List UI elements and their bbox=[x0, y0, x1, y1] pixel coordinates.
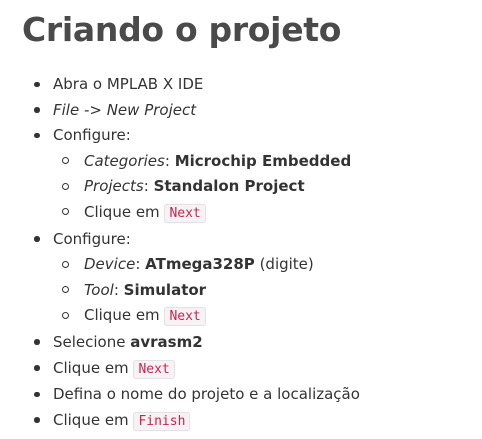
list-item: Abra o MPLAB X IDE bbox=[22, 72, 478, 98]
list-item: File -> New Project bbox=[22, 98, 478, 124]
sub-list-item: Device: ATmega328P (digite) bbox=[53, 252, 478, 278]
bold-term: avrasm2 bbox=[130, 332, 203, 351]
list-item: Selecione avrasm2 bbox=[53, 332, 203, 351]
step-text: Configure: bbox=[53, 126, 131, 145]
field-note: (digite) bbox=[254, 255, 314, 274]
page-title: Criando o projeto bbox=[22, 10, 342, 49]
sub-list-item: Clique em Next bbox=[53, 200, 478, 227]
field-value: ATmega328P bbox=[145, 255, 255, 274]
sub-list-item: Tool: Simulator bbox=[53, 278, 478, 304]
inline-code: Finish bbox=[133, 411, 191, 431]
step-text: Abra o MPLAB X IDE bbox=[53, 75, 204, 93]
field-label: Tool bbox=[84, 280, 114, 299]
sub-list: Categories: Microchip Embedded Projects:… bbox=[53, 149, 478, 227]
list-item: Clique em Next bbox=[22, 356, 478, 383]
field-value: Simulator bbox=[123, 280, 207, 299]
list-item: Configure: Device: ATmega328P (digite) T… bbox=[22, 227, 478, 330]
field-label: Categories bbox=[84, 151, 165, 170]
inline-code: Next bbox=[133, 359, 175, 379]
field-value: Microchip Embedded bbox=[174, 151, 352, 170]
list-item: Clique em Finish bbox=[22, 408, 478, 435]
list-item: Configure: Categories: Microchip Embedde… bbox=[22, 123, 478, 226]
inline-code: Next bbox=[164, 307, 206, 327]
step-text: Configure: bbox=[53, 229, 131, 248]
field-value: Standalon Project bbox=[153, 177, 305, 196]
sub-list-item: Projects: Standalon Project bbox=[53, 174, 478, 200]
field-label: Device bbox=[84, 255, 136, 274]
step-text: File -> New Project bbox=[53, 100, 197, 119]
sub-list-item: Categories: Microchip Embedded bbox=[53, 149, 478, 175]
sub-list-item: Clique em Next bbox=[53, 303, 478, 330]
list-item: Defina o nome do projeto e a localização bbox=[22, 382, 478, 408]
field-label: Projects bbox=[84, 177, 144, 196]
sub-list: Device: ATmega328P (digite) Tool: Simula… bbox=[53, 252, 478, 330]
steps-list: Abra o MPLAB X IDE File -> New Project C… bbox=[22, 72, 478, 434]
step-text: Defina o nome do projeto e a localização bbox=[53, 385, 360, 404]
document: Criando o projeto Abra o MPLAB X IDE Fil… bbox=[22, 8, 478, 434]
inline-code: Next bbox=[164, 203, 206, 223]
